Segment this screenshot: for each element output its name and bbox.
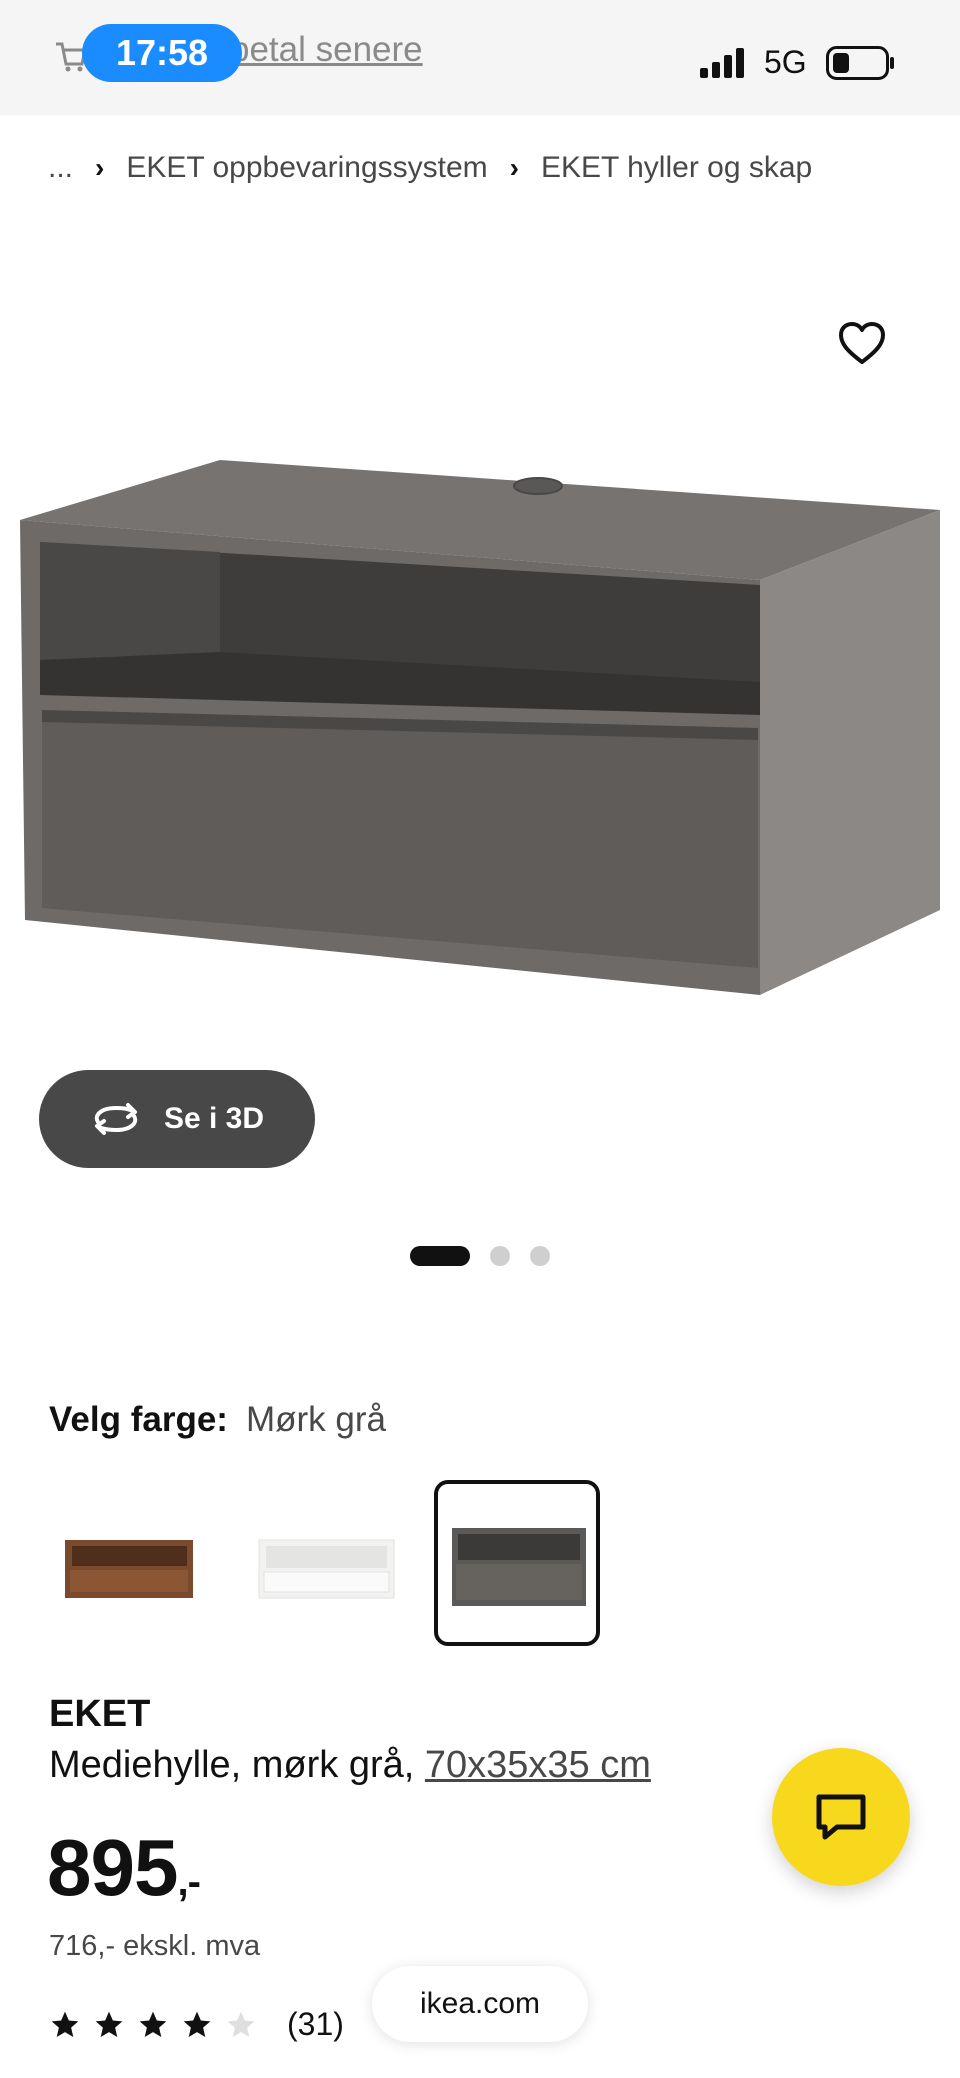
rotate-3d-icon xyxy=(94,1103,138,1135)
product-description: Mediehylle, mørk grå, 70x35x35 cm xyxy=(49,1744,651,1787)
browser-url-pill[interactable]: ikea.com xyxy=(372,1966,588,2042)
chevron-right-icon: › xyxy=(509,152,519,183)
star-empty-icon xyxy=(227,2011,255,2037)
product-rating[interactable]: (31) xyxy=(49,2006,344,2043)
color-label: Velg farge: xyxy=(49,1400,228,1439)
dark-grey-swatch-image xyxy=(452,1528,586,1606)
white-swatch-image xyxy=(258,1539,395,1599)
chat-bubble-icon xyxy=(816,1794,866,1840)
breadcrumb-ellipsis[interactable]: ... xyxy=(48,151,73,185)
price-suffix: ,- xyxy=(177,1860,200,1904)
walnut-swatch-image xyxy=(65,1540,193,1598)
breadcrumb-item-eket-system[interactable]: EKET oppbevaringssystem xyxy=(126,151,487,185)
heart-icon xyxy=(839,322,885,364)
swatch-dark-grey[interactable] xyxy=(434,1480,600,1646)
product-price: 895,- xyxy=(47,1822,201,1914)
chevron-right-icon: › xyxy=(95,152,105,183)
breadcrumb: ... › EKET oppbevaringssystem › EKET hyl… xyxy=(48,146,812,190)
swatch-walnut[interactable] xyxy=(50,1480,216,1646)
star-filled-icon xyxy=(51,2011,79,2037)
time-pill[interactable]: 17:58 xyxy=(82,24,242,82)
review-count: (31) xyxy=(287,2006,344,2042)
star-filled-icon xyxy=(139,2011,167,2037)
signal-icon xyxy=(700,48,750,83)
star-filled-icon xyxy=(183,2011,211,2037)
carousel-dot-3[interactable] xyxy=(530,1246,550,1266)
favorite-button[interactable] xyxy=(836,318,888,370)
star-filled-icon xyxy=(95,2011,123,2037)
chat-button[interactable] xyxy=(772,1748,910,1886)
swatch-white[interactable] xyxy=(244,1480,410,1646)
breadcrumb-item-eket-shelves[interactable]: EKET hyller og skap xyxy=(541,151,812,185)
price-value: 895 xyxy=(47,1823,178,1912)
carousel-dots xyxy=(410,1246,570,1266)
battery-icon xyxy=(826,46,896,85)
view-3d-button[interactable]: Se i 3D xyxy=(39,1070,315,1168)
price-excl-vat: 716,- ekskl. mva xyxy=(49,1930,261,1962)
network-label: 5G xyxy=(764,44,807,80)
carousel-dot-1[interactable] xyxy=(410,1246,470,1266)
product-image[interactable] xyxy=(0,440,960,1080)
view-3d-label: Se i 3D xyxy=(163,1102,265,1135)
promo-link[interactable]: betal senere xyxy=(230,30,423,70)
product-type: Mediehylle, mørk grå, xyxy=(49,1744,425,1786)
selected-color: Mørk grå xyxy=(245,1400,386,1439)
status-bar: betal senere 17:58 5G xyxy=(0,0,960,115)
rating-stars xyxy=(49,2009,269,2041)
product-dimensions-link[interactable]: 70x35x35 cm xyxy=(425,1744,651,1786)
product-name: EKET xyxy=(49,1693,151,1735)
color-selector-label: Velg farge: Mørk grå xyxy=(49,1400,386,1440)
carousel-dot-2[interactable] xyxy=(490,1246,510,1266)
